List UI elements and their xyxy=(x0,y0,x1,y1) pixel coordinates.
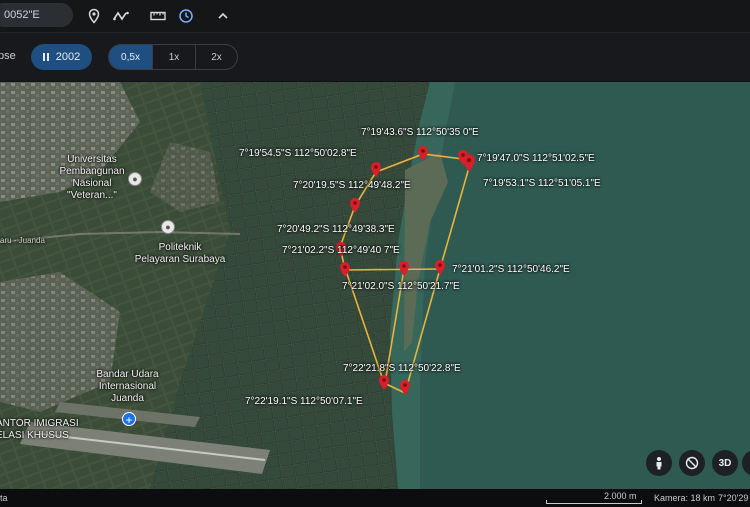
timelapse-bar: pse 2002 0,5x 1x 2x xyxy=(0,33,750,81)
immigration-office-label[interactable]: ANTOR IMIGRASI ELASI KHUSUS xyxy=(0,418,96,442)
coordinate-label: 7°21'01.2"S 112°50'46.2"E xyxy=(452,264,570,275)
coordinate-search-field[interactable]: 0052"E xyxy=(0,3,73,27)
speed-1x-button[interactable]: 1x xyxy=(153,45,196,69)
3d-toggle-button[interactable]: 3D xyxy=(712,450,738,476)
location-pin-icon[interactable] xyxy=(399,380,411,395)
path-icon[interactable] xyxy=(111,6,131,26)
status-left-text: ta xyxy=(0,493,8,503)
coordinate-label: 7°20'19.5"S 112°49'48.2"E xyxy=(293,180,411,191)
coordinate-label: 7°21'02.2"S 112°49'40 7"E xyxy=(282,245,400,256)
school-icon[interactable]: ● xyxy=(161,220,175,234)
location-pin-icon[interactable] xyxy=(398,261,410,276)
speed-selector: 0,5x 1x 2x xyxy=(108,44,238,70)
location-pin-icon[interactable] xyxy=(434,260,446,275)
scale-bar xyxy=(546,500,642,504)
coordinate-label: 7°22'21.8"S 112°50'22.8"E xyxy=(343,363,461,374)
location-pin-icon[interactable] xyxy=(378,375,390,390)
location-pin-icon[interactable] xyxy=(370,162,382,177)
year-label: 2002 xyxy=(55,51,81,63)
coordinate-label: 7°21'02.0"S 112°50'21.7"E xyxy=(342,281,460,292)
ruler-icon[interactable] xyxy=(148,6,168,26)
speed-2x-button[interactable]: 2x xyxy=(196,45,237,69)
polytechnic-label[interactable]: Politeknik Pelayaran Surabaya xyxy=(125,242,235,266)
location-pin-icon[interactable] xyxy=(349,198,361,213)
coordinate-label: 7°19'54.5"S 112°50'02.8"E xyxy=(239,148,357,159)
pegman-icon[interactable] xyxy=(646,450,672,476)
coordinate-label: 7°19'43.6"S 112°50'35 0"E xyxy=(361,127,479,138)
cursor-coordinates: 7°20'29 xyxy=(718,493,749,503)
airport-icon[interactable]: + xyxy=(122,412,136,427)
play-pause-year-button[interactable]: 2002 xyxy=(31,44,92,70)
coordinate-label: 7°20'49.2"S 112°49'38.3"E xyxy=(277,224,395,235)
earth-app: 0052"E pse 2002 0,5x 1x 2x Universitas P… xyxy=(0,0,750,507)
school-icon[interactable]: ● xyxy=(128,172,142,186)
coordinate-label: 7°19'53.1"S 112°51'05.1"E xyxy=(483,178,601,189)
satellite-map[interactable]: Universitas Pembangunan Nasional "Vetera… xyxy=(0,82,750,489)
pin-icon[interactable] xyxy=(84,6,104,26)
top-toolbar: 0052"E xyxy=(0,0,750,33)
location-pin-icon[interactable] xyxy=(339,262,351,277)
history-icon[interactable] xyxy=(176,6,196,26)
pause-icon xyxy=(42,53,49,61)
airport-label[interactable]: Bandar Udara Internasional Juanda xyxy=(85,369,170,405)
speed-0-5x-button[interactable]: 0,5x xyxy=(109,45,153,69)
location-pin-icon[interactable] xyxy=(417,146,429,161)
coordinate-label: 7°19'47.0"S 112°51'02.5"E xyxy=(477,153,595,164)
coordinate-label: 7°22'19.1"S 112°50'07.1"E xyxy=(245,396,363,407)
status-bar: ta 2.000 m Kamera: 18 km 7°20'29 xyxy=(0,489,750,507)
chevron-up-icon[interactable] xyxy=(213,6,233,26)
camera-altitude: Kamera: 18 km xyxy=(654,493,716,503)
timelapse-label: pse xyxy=(0,50,16,62)
compass-reset-icon[interactable] xyxy=(679,450,705,476)
road-label: aru - Juanda xyxy=(0,236,45,245)
location-pin-icon[interactable] xyxy=(462,154,476,172)
university-label[interactable]: Universitas Pembangunan Nasional "Vetera… xyxy=(52,154,132,202)
